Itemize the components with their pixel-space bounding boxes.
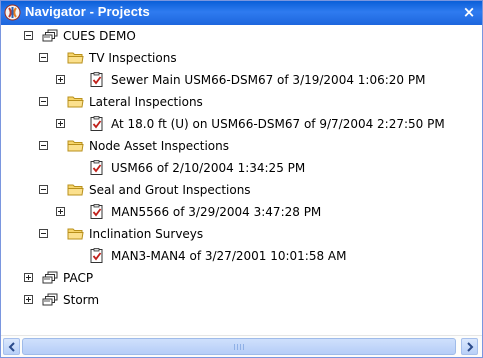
tree-folder-lateral-inspections[interactable]: Lateral Inspections — [1, 91, 482, 113]
navigator-window: Navigator - Projects × CUES DEMO TV Insp… — [0, 0, 483, 358]
scroll-right-button[interactable] — [461, 338, 478, 355]
folder-open-icon — [67, 96, 84, 108]
project-icon — [42, 29, 58, 42]
collapse-toggle-cues-demo[interactable] — [24, 31, 33, 40]
close-button[interactable]: × — [460, 2, 478, 22]
tree-label: Storm — [63, 293, 100, 307]
tree-label: Inclination Surveys — [89, 227, 204, 241]
tree-label: PACP — [63, 271, 94, 285]
tree-label: Seal and Grout Inspections — [89, 183, 251, 197]
tree-label: MAN5566 of 3/29/2004 3:47:28 PM — [111, 205, 322, 219]
tree-folder-seal-and-grout-inspections[interactable]: Seal and Grout Inspections — [1, 179, 482, 201]
tree-label: MAN3-MAN4 of 3/27/2001 10:01:58 AM — [111, 249, 347, 263]
scroll-left-button[interactable] — [3, 338, 20, 355]
checklist-icon — [90, 116, 103, 131]
expand-toggle-item[interactable] — [56, 119, 65, 128]
tree-node-pacp[interactable]: PACP — [1, 267, 482, 289]
project-tree: CUES DEMO TV Inspections Sewer Main USM6… — [1, 25, 482, 333]
checklist-icon — [90, 248, 103, 263]
expand-toggle-item[interactable] — [56, 75, 65, 84]
collapse-toggle-lateral-inspections[interactable] — [39, 97, 48, 106]
project-icon — [42, 293, 58, 306]
app-icon — [4, 4, 21, 21]
expand-toggle-pacp[interactable] — [24, 273, 33, 282]
tree-label: At 18.0 ft (U) on USM66-DSM67 of 9/7/200… — [111, 117, 445, 131]
tree-label: USM66 of 2/10/2004 1:34:25 PM — [111, 161, 306, 175]
folder-open-icon — [67, 140, 84, 152]
tree-label: Node Asset Inspections — [89, 139, 229, 153]
collapse-toggle-seal-and-grout-inspections[interactable] — [39, 185, 48, 194]
tree-item-inspection[interactable]: MAN5566 of 3/29/2004 3:47:28 PM — [1, 201, 482, 223]
checklist-icon — [90, 72, 103, 87]
expand-toggle-storm[interactable] — [24, 295, 33, 304]
title-bar[interactable]: Navigator - Projects × — [1, 1, 482, 25]
tree-item-inspection[interactable]: MAN3-MAN4 of 3/27/2001 10:01:58 AM — [1, 245, 482, 267]
tree-folder-node-asset-inspections[interactable]: Node Asset Inspections — [1, 135, 482, 157]
chevron-left-icon — [8, 342, 15, 352]
folder-open-icon — [67, 184, 84, 196]
expand-toggle-item[interactable] — [56, 207, 65, 216]
collapse-toggle-node-asset-inspections[interactable] — [39, 141, 48, 150]
tree-folder-tv-inspections[interactable]: TV Inspections — [1, 47, 482, 69]
tree-node-cues-demo[interactable]: CUES DEMO — [1, 25, 482, 47]
chevron-right-icon — [467, 342, 474, 352]
tree-label: Sewer Main USM66-DSM67 of 3/19/2004 1:06… — [111, 73, 426, 87]
checklist-icon — [90, 204, 103, 219]
checklist-icon — [90, 160, 103, 175]
project-icon — [42, 271, 58, 284]
tree-label: CUES DEMO — [63, 29, 136, 43]
grip-icon — [234, 344, 244, 350]
horizontal-scrollbar[interactable] — [1, 335, 482, 357]
tree-label: TV Inspections — [89, 51, 177, 65]
tree-item-inspection[interactable]: At 18.0 ft (U) on USM66-DSM67 of 9/7/200… — [1, 113, 482, 135]
collapse-toggle-inclination-surveys[interactable] — [39, 229, 48, 238]
tree-item-inspection[interactable]: Sewer Main USM66-DSM67 of 3/19/2004 1:06… — [1, 69, 482, 91]
window-title: Navigator - Projects — [25, 4, 150, 19]
tree-label: Lateral Inspections — [89, 95, 203, 109]
tree-item-inspection[interactable]: USM66 of 2/10/2004 1:34:25 PM — [1, 157, 482, 179]
tree-folder-inclination-surveys[interactable]: Inclination Surveys — [1, 223, 482, 245]
folder-open-icon — [67, 52, 84, 64]
folder-open-icon — [67, 228, 84, 240]
tree-node-storm[interactable]: Storm — [1, 289, 482, 311]
collapse-toggle-tv-inspections[interactable] — [39, 53, 48, 62]
scroll-thumb[interactable] — [22, 338, 456, 355]
